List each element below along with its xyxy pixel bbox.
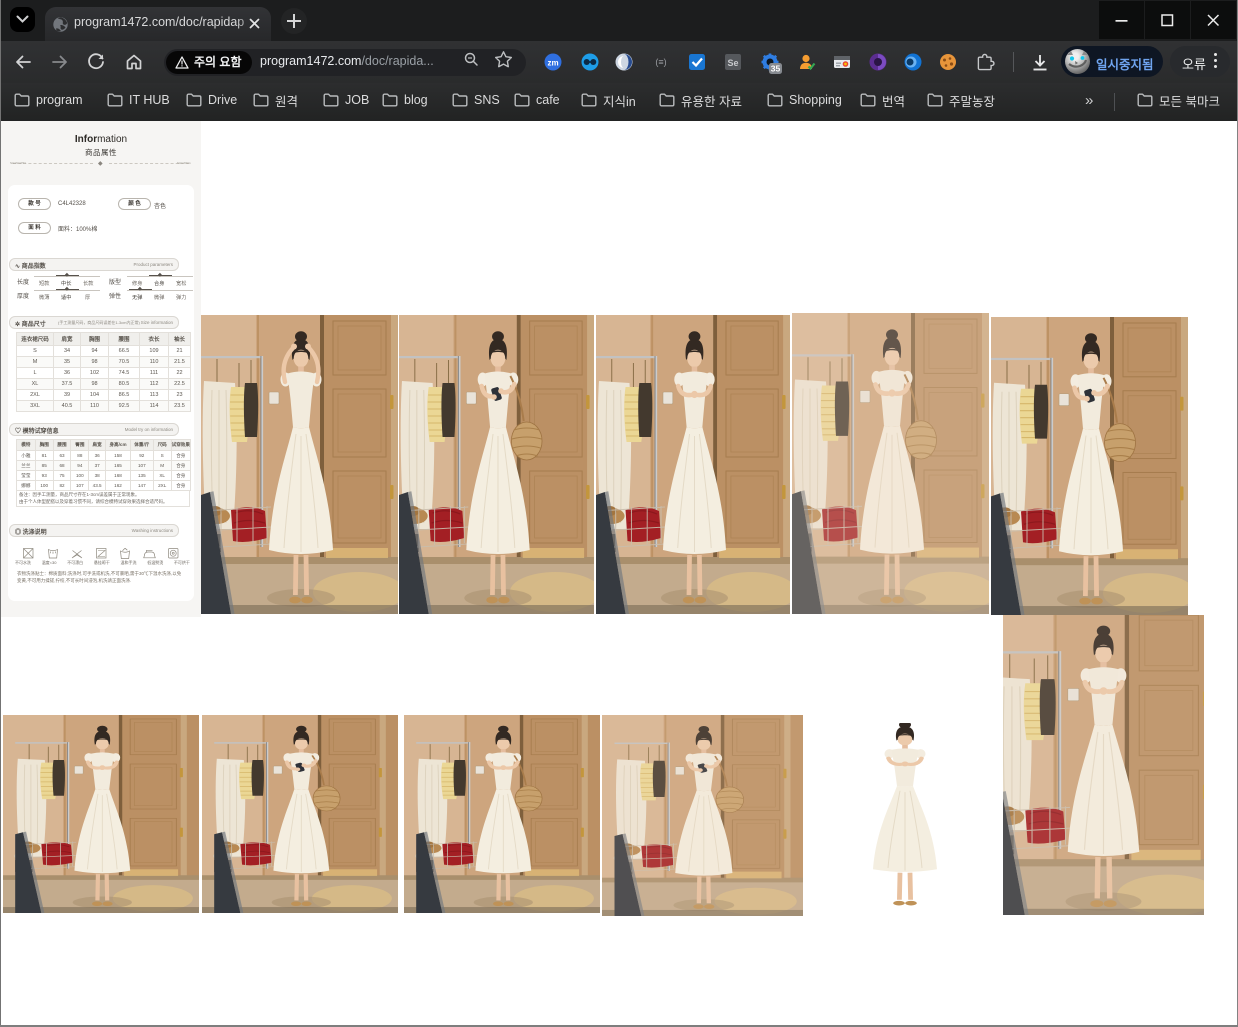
svg-text:(≡): (≡) bbox=[655, 57, 666, 67]
svg-text:Se: Se bbox=[727, 58, 738, 68]
svg-text:zm: zm bbox=[547, 59, 558, 68]
svg-text:35: 35 bbox=[771, 64, 781, 74]
